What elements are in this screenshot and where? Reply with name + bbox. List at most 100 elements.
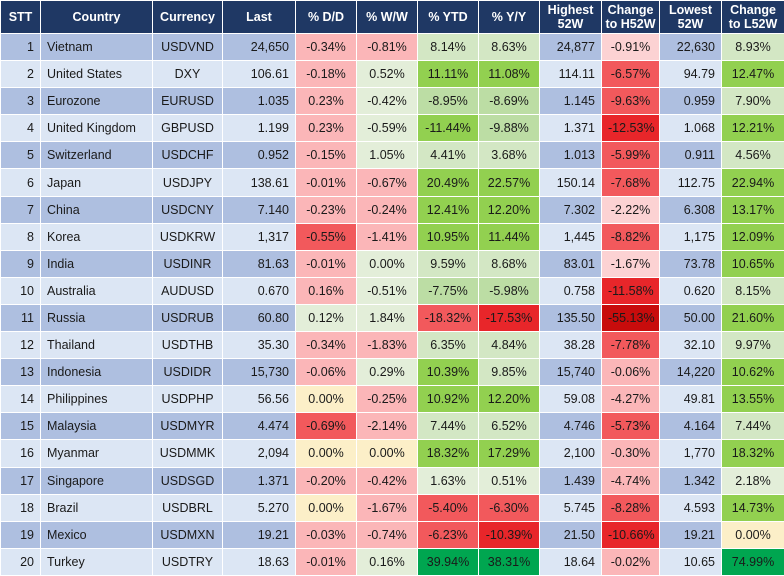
cell-change-to-l52w: 10.65% (721, 249, 784, 278)
cell-highest-52w: 5.745 (539, 493, 602, 522)
column-header-lowest-52w[interactable]: Lowest 52W (659, 0, 722, 34)
cell-country: Indonesia (40, 358, 153, 387)
table-row[interactable]: 1 Vietnam USDVND 24,650 -0.34% -0.81% 8.14% 8.6… (0, 32, 784, 62)
cell-lowest-52w: 0.959 (659, 87, 722, 116)
cell-last: 0.952 (222, 141, 296, 170)
cell-pct-yy: -17.53% (478, 303, 540, 333)
cell-highest-52w: 24,877 (539, 32, 602, 62)
cell-pct-dd: -0.55% (295, 222, 357, 251)
cell-pct-dd: -0.01% (295, 168, 357, 197)
cell-lowest-52w: 0.620 (659, 276, 722, 305)
cell-pct-dd: -0.69% (295, 412, 357, 441)
column-header-pct-ytd[interactable]: % YTD (417, 0, 479, 34)
cell-last: 19.21 (222, 520, 296, 549)
cell-pct-dd: 0.12% (295, 303, 357, 333)
cell-country: Japan (40, 168, 153, 197)
cell-pct-yy: -9.88% (478, 114, 540, 143)
cell-pct-yy: -10.39% (478, 520, 540, 549)
column-header-change-to-h52w[interactable]: Change to H52W (601, 0, 660, 34)
cell-country: Philippines (40, 385, 153, 414)
cell-stt: 6 (0, 168, 41, 197)
cell-pct-yy: -5.98% (478, 276, 540, 305)
column-header-pct-yy[interactable]: % Y/Y (478, 0, 540, 34)
table-row[interactable]: 16 Myanmar USDMMK 2,094 0.00% 0.00% 18.32% 17.2… (0, 439, 784, 468)
cell-pct-ww: -0.42% (356, 87, 418, 116)
cell-country: United States (40, 60, 153, 89)
cell-pct-yy: 3.68% (478, 141, 540, 170)
cell-stt: 4 (0, 114, 41, 143)
cell-last: 35.30 (222, 331, 296, 360)
cell-stt: 20 (0, 547, 41, 576)
column-header-last[interactable]: Last (222, 0, 296, 34)
cell-highest-52w: 38.28 (539, 331, 602, 360)
table-row[interactable]: 3 Eurozone EURUSD 1.035 0.23% -0.42% -8.95% -8.… (0, 87, 784, 116)
cell-pct-ww: 0.52% (356, 60, 418, 89)
table-row[interactable]: 9 India USDINR 81.63 -0.01% 0.00% 9.59% 8.68% 83… (0, 249, 784, 278)
cell-pct-ytd: -11.44% (417, 114, 479, 143)
column-header-pct-dd[interactable]: % D/D (295, 0, 357, 34)
cell-stt: 12 (0, 331, 41, 360)
cell-currency: USDSGD (152, 466, 223, 495)
cell-pct-ww: 0.16% (356, 547, 418, 576)
cell-change-to-h52w: -10.66% (601, 520, 660, 549)
cell-pct-dd: -0.06% (295, 358, 357, 387)
table-row[interactable]: 6 Japan USDJPY 138.61 -0.01% -0.67% 20.49% 22.5… (0, 168, 784, 197)
cell-country: China (40, 195, 153, 224)
cell-currency: USDKRW (152, 222, 223, 251)
column-header-highest-52w[interactable]: Highest 52W (539, 0, 602, 34)
cell-stt: 19 (0, 520, 41, 549)
cell-pct-dd: -0.23% (295, 195, 357, 224)
cell-lowest-52w: 112.75 (659, 168, 722, 197)
column-header-country[interactable]: Country (40, 0, 153, 34)
cell-pct-dd: -0.18% (295, 60, 357, 89)
cell-pct-ytd: 10.95% (417, 222, 479, 251)
table-row[interactable]: 15 Malaysia USDMYR 4.474 -0.69% -2.14% 7.44% 6.… (0, 412, 784, 441)
cell-pct-ww: -2.14% (356, 412, 418, 441)
column-header-pct-ww[interactable]: % W/W (356, 0, 418, 34)
cell-lowest-52w: 22,630 (659, 32, 722, 62)
table-row[interactable]: 5 Switzerland USDCHF 0.952 -0.15% 1.05% 4.41% 3… (0, 141, 784, 170)
cell-pct-dd: 0.23% (295, 87, 357, 116)
table-body: 1 Vietnam USDVND 24,650 -0.34% -0.81% 8.14% 8.6… (0, 32, 784, 576)
table-row[interactable]: 18 Brazil USDBRL 5.270 0.00% -1.67% -5.40% -6.3… (0, 493, 784, 522)
table-row[interactable]: 12 Thailand USDTHB 35.30 -0.34% -1.83% 6.35% 4.… (0, 331, 784, 360)
cell-currency: USDTRY (152, 547, 223, 576)
table-row[interactable]: 20 Turkey USDTRY 18.63 -0.01% 0.16% 39.94% 38.3… (0, 547, 784, 576)
cell-last: 5.270 (222, 493, 296, 522)
table-row[interactable]: 13 Indonesia USDIDR 15,730 -0.06% 0.29% 10.39%… (0, 358, 784, 387)
column-header-change-to-l52w[interactable]: Change to L52W (721, 0, 784, 34)
table-row[interactable]: 4 United Kingdom GBPUSD 1.199 0.23% -0.59% -11… (0, 114, 784, 143)
column-header-currency[interactable]: Currency (152, 0, 223, 34)
cell-country: Australia (40, 276, 153, 305)
table-row[interactable]: 8 Korea USDKRW 1,317 -0.55% -1.41% 10.95% 11.44… (0, 222, 784, 251)
cell-last: 138.61 (222, 168, 296, 197)
cell-pct-dd: -0.34% (295, 32, 357, 62)
table-row[interactable]: 10 Australia AUDUSD 0.670 0.16% -0.51% -7.75% -… (0, 276, 784, 305)
table-row[interactable]: 19 Mexico USDMXN 19.21 -0.03% -0.74% -6.23% -10… (0, 520, 784, 549)
cell-change-to-l52w: 18.32% (721, 439, 784, 468)
cell-pct-ww: -0.67% (356, 168, 418, 197)
table-row[interactable]: 17 Singapore USDSGD 1.371 -0.20% -0.42% 1.63% 0… (0, 466, 784, 495)
cell-country: Myanmar (40, 439, 153, 468)
cell-lowest-52w: 1,770 (659, 439, 722, 468)
column-header-stt[interactable]: STT (0, 0, 41, 34)
cell-stt: 3 (0, 87, 41, 116)
table-row[interactable]: 11 Russia USDRUB 60.80 0.12% 1.84% -18.32% -17.… (0, 303, 784, 333)
cell-lowest-52w: 1,175 (659, 222, 722, 251)
cell-stt: 17 (0, 466, 41, 495)
cell-pct-dd: 0.00% (295, 493, 357, 522)
cell-change-to-l52w: 0.00% (721, 520, 784, 549)
cell-lowest-52w: 50.00 (659, 303, 722, 333)
cell-currency: USDTHB (152, 331, 223, 360)
cell-pct-ytd: -6.23% (417, 520, 479, 549)
cell-highest-52w: 21.50 (539, 520, 602, 549)
cell-change-to-h52w: -8.82% (601, 222, 660, 251)
table-row[interactable]: 14 Philippines USDPHP 56.56 0.00% -0.25% 10.92… (0, 385, 784, 414)
cell-last: 18.63 (222, 547, 296, 576)
cell-pct-yy: 0.51% (478, 466, 540, 495)
cell-highest-52w: 0.758 (539, 276, 602, 305)
table-row[interactable]: 7 China USDCNY 7.140 -0.23% -0.24% 12.41% 12.20… (0, 195, 784, 224)
table-row[interactable]: 2 United States DXY 106.61 -0.18% 0.52% 11.11%… (0, 60, 784, 89)
cell-change-to-l52w: 7.44% (721, 412, 784, 441)
cell-pct-yy: 6.52% (478, 412, 540, 441)
